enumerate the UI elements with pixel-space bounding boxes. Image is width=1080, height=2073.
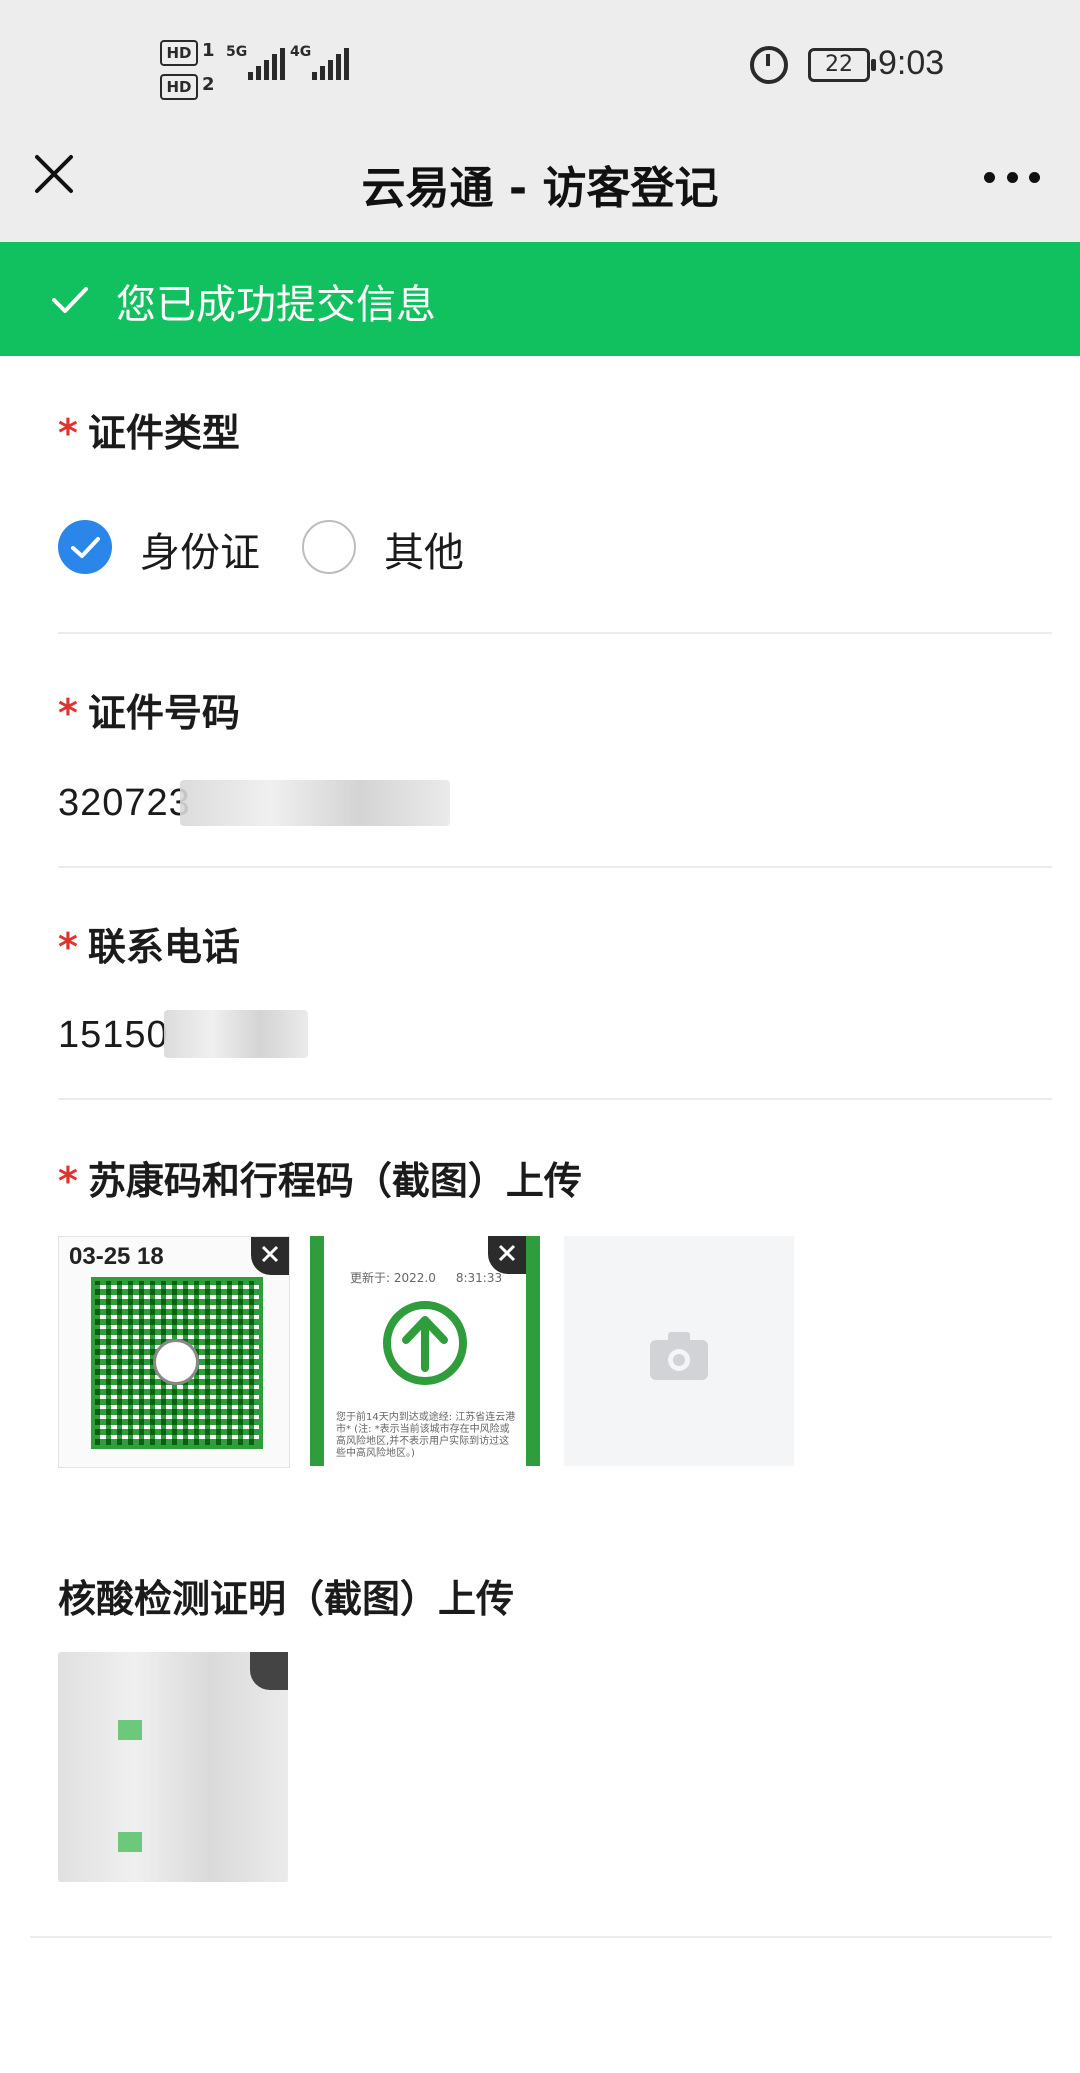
required-marker: * xyxy=(58,691,78,735)
redacted-area xyxy=(180,780,450,826)
divider xyxy=(58,866,1052,868)
green-arrow-icon xyxy=(383,1301,467,1385)
status-bar-green xyxy=(118,1832,142,1852)
phone-field[interactable]: 15150 xyxy=(58,1014,169,1057)
more-icon[interactable] xyxy=(984,172,1040,184)
delete-image-button[interactable] xyxy=(250,1652,288,1690)
phone-label: * 联系电话 xyxy=(58,925,240,969)
health-code-label: * 苏康码和行程码（截图）上传 xyxy=(58,1159,582,1203)
hd-icon: HD xyxy=(160,74,198,100)
id-number-label: * 证件号码 xyxy=(58,691,240,735)
add-image-button[interactable] xyxy=(564,1236,794,1466)
radio-id-card-label[interactable]: 身份证 xyxy=(140,520,260,578)
nucleic-test-thumbnail[interactable] xyxy=(58,1652,288,1882)
radio-id-card[interactable] xyxy=(58,520,112,574)
required-marker: * xyxy=(58,925,78,969)
battery-icon: 22 xyxy=(808,48,876,82)
required-marker: * xyxy=(58,1159,78,1203)
success-message: 您已成功提交信息 xyxy=(116,282,436,328)
divider xyxy=(58,1098,1052,1100)
status-bar: HD 1 HD 2 5G 4G 22 9:03 xyxy=(0,0,1080,134)
signal-strength-icon xyxy=(248,48,285,80)
success-banner: 您已成功提交信息 xyxy=(0,242,1080,356)
signal-indicators: HD 1 HD 2 5G 4G xyxy=(160,38,360,102)
redacted-area xyxy=(164,1010,308,1058)
trip-code-updated: 更新于: 2022.0 8:31:33 xyxy=(350,1271,503,1285)
thumbnail-timestamp: 03-25 18 xyxy=(69,1243,164,1270)
qr-code-image xyxy=(91,1277,263,1449)
id-number-field[interactable]: 320723 xyxy=(58,782,191,825)
network-type-5g: 5G xyxy=(226,44,248,60)
network-type-4g: 4G xyxy=(290,44,312,60)
divider xyxy=(58,632,1052,634)
sim2-number: 2 xyxy=(202,74,215,95)
hd-icon: HD xyxy=(160,40,198,66)
redacted-area xyxy=(58,1652,288,1882)
delete-image-button[interactable] xyxy=(251,1237,289,1275)
clock-time: 9:03 xyxy=(878,44,945,82)
app-header: 云易通 - 访客登记 xyxy=(0,134,1080,242)
required-marker: * xyxy=(58,411,78,455)
trip-code-thumbnail[interactable]: 更新于: 2022.0 8:31:33 您于前14天内到达或途经: 江苏省连云港市… xyxy=(310,1236,540,1466)
camera-icon xyxy=(650,1332,708,1380)
radio-other[interactable] xyxy=(302,520,356,574)
page-title: 云易通 - 访客登记 xyxy=(361,163,719,214)
divider xyxy=(30,1936,1052,1938)
nucleic-test-label: 核酸检测证明（截图）上传 xyxy=(58,1577,515,1621)
trip-code-note: 您于前14天内到达或途经: 江苏省连云港市* (注: *表示当前该城市存在中风险… xyxy=(336,1412,516,1459)
sim1-number: 1 xyxy=(202,40,215,61)
signal-strength-icon xyxy=(312,48,349,80)
delete-image-button[interactable] xyxy=(488,1236,526,1274)
alarm-icon xyxy=(750,46,788,84)
radio-other-label[interactable]: 其他 xyxy=(384,520,464,578)
checkmark-icon xyxy=(50,280,90,320)
health-code-thumbnail[interactable]: 03-25 18 xyxy=(58,1236,290,1468)
id-type-label: * 证件类型 xyxy=(58,411,240,455)
status-bar-green xyxy=(118,1720,142,1740)
status-right: 22 9:03 xyxy=(750,40,1080,100)
